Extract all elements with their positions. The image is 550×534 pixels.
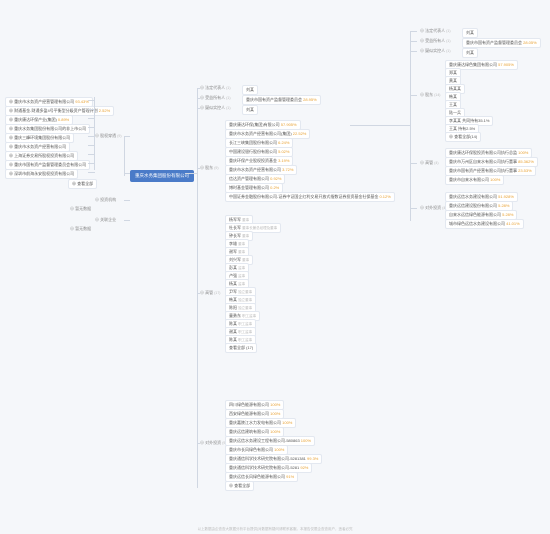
r-exec-item[interactable]: 重庆市自来水有限公司 100%	[445, 175, 504, 185]
mid-outinv-lbl[interactable]: ⊖ 对外投资 (9)	[200, 440, 227, 446]
mid-legal-lbl[interactable]: ⊖ 法定代表人 (1)	[200, 85, 231, 91]
r-share-more[interactable]: ⊕ 查看全部(14)	[445, 132, 481, 142]
mid-share-item[interactable]: 中国证券金融股份有限公司-证券中证国企红利交易开放式指数证券投资基金社保基金 0…	[225, 192, 395, 202]
mid-legal[interactable]: 刘某	[242, 85, 258, 95]
mid-control[interactable]: 刘某	[242, 105, 258, 115]
mid-outinv-more[interactable]: ⊕ 查看全部	[225, 481, 254, 491]
related-none: ⊖ 暂无数据	[70, 226, 91, 232]
r-share-lbl[interactable]: ⊖ 股东 (14)	[420, 92, 440, 98]
r-benefit-lbl[interactable]: ⊖ 受益所有人 (1)	[420, 38, 451, 44]
label-eqhold[interactable]: ⊖ 股权穿透 (9)	[95, 133, 122, 139]
label-invest[interactable]: ⊖ 投资机构	[95, 197, 116, 203]
r-outinv-item[interactable]: 城市绿色远信水务建设有限公司 41.01%	[445, 219, 524, 229]
root-company[interactable]: 重庆水务集团股份有限公司	[130, 170, 194, 182]
r-benefit[interactable]: 重庆市国有资产监督管理委员会 28.05%	[462, 38, 541, 48]
r-outinv-lbl[interactable]: ⊖ 对外投资 (4)	[420, 205, 447, 211]
label-related[interactable]: ⊖ 关联企业	[95, 217, 116, 223]
mid-exec-more[interactable]: 查看全部 (17)	[225, 343, 257, 353]
mid-exec-lbl[interactable]: ⊖ 高管 (17)	[200, 290, 220, 296]
r-exec-lbl[interactable]: ⊖ 高管 (4)	[420, 160, 439, 166]
r-legal[interactable]: 刘某	[462, 28, 478, 38]
invest-none: ⊖ 暂无数据	[70, 206, 91, 212]
mid-control-lbl[interactable]: ⊖ 疑似实控人 (1)	[200, 105, 231, 111]
footer-text: 以上数据由企查查大数据分析平台提供|对数据有疑问请联系客服。本报告仅限企查查用户…	[0, 527, 550, 532]
eqhold-more[interactable]: ⊕ 查看全部	[68, 179, 97, 189]
eqhold-item[interactable]: ⊕ 深圳市前海永安股权投资有限公司	[5, 169, 78, 179]
mid-share-lbl[interactable]: ⊖ 股东 (9)	[200, 165, 219, 171]
r-control-lbl[interactable]: ⊖ 疑似实控人 (1)	[420, 48, 451, 54]
r-control[interactable]: 刘某	[462, 48, 478, 58]
mid-benefit-lbl[interactable]: ⊖ 受益所有人 (1)	[200, 95, 231, 101]
mid-benefit[interactable]: 重庆市国有资产监督管理委员会 28.95%	[242, 95, 321, 105]
r-legal-lbl[interactable]: ⊖ 法定代表人 (1)	[420, 28, 451, 34]
